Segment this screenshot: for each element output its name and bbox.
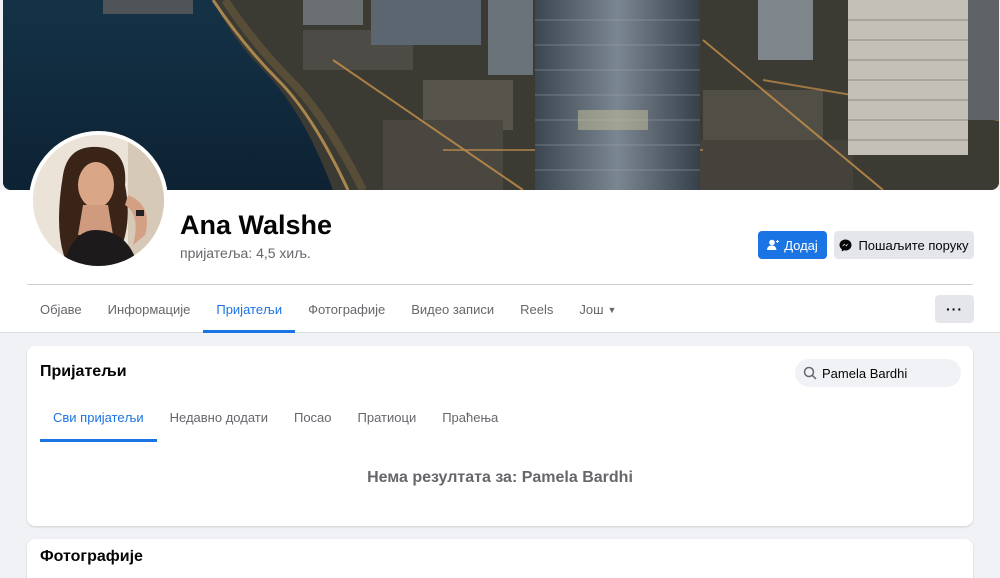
header-divider xyxy=(27,284,973,285)
send-message-label: Пошаљите поруку xyxy=(858,237,969,253)
subtab-all-friends-label: Сви пријатељи xyxy=(53,410,144,425)
tab-friends[interactable]: Пријатељи xyxy=(203,286,295,333)
tab-photos[interactable]: Фотографије xyxy=(295,286,398,333)
profile-photo-image xyxy=(33,135,164,266)
photos-section-title[interactable]: Фотографије xyxy=(40,548,143,566)
subtab-all-friends[interactable]: Сви пријатељи xyxy=(40,400,157,442)
more-options-button[interactable]: ··· xyxy=(935,295,974,323)
tab-reels-label: Reels xyxy=(520,302,554,317)
tab-posts[interactable]: Објаве xyxy=(27,286,95,333)
subtab-work[interactable]: Посао xyxy=(281,400,345,442)
subtab-recently-added[interactable]: Недавно додати xyxy=(157,400,281,442)
search-icon xyxy=(803,366,817,380)
subtab-work-label: Посао xyxy=(293,410,332,425)
add-friend-icon xyxy=(767,239,780,250)
no-results-message: Нема резултата за: Pamela Bardhi xyxy=(367,469,633,486)
tab-reels[interactable]: Reels xyxy=(507,286,566,333)
tab-about[interactable]: Информације xyxy=(95,286,204,333)
subtab-following[interactable]: Праћења xyxy=(429,400,511,442)
caret-down-icon: ▼ xyxy=(607,305,617,315)
tab-more-label: Још xyxy=(579,302,604,317)
friends-subtabs: Сви пријатељи Недавно додати Посао Прати… xyxy=(40,400,511,442)
friends-search[interactable] xyxy=(795,359,961,387)
tab-about-label: Информације xyxy=(107,302,191,317)
subtab-recently-added-label: Недавно додати xyxy=(169,410,268,425)
subtab-following-label: Праћења xyxy=(442,410,499,425)
profile-nav-tabs: Објаве Информације Пријатељи Фотографије… xyxy=(27,286,629,333)
tab-more[interactable]: Још ▼ xyxy=(566,286,629,333)
subtab-followers[interactable]: Пратиоци xyxy=(345,400,430,442)
tab-photos-label: Фотографије xyxy=(308,302,386,317)
photos-card: Фотографије xyxy=(27,539,973,578)
send-message-button[interactable]: Пошаљите поруку xyxy=(834,231,974,259)
add-friend-label: Додај xyxy=(784,237,818,253)
tab-posts-label: Објаве xyxy=(40,302,82,317)
tab-videos[interactable]: Видео записи xyxy=(398,286,507,333)
friends-count[interactable]: пријатеља: 4,5 хиљ. xyxy=(180,245,311,261)
profile-name: Ana Walshe xyxy=(180,210,333,240)
friends-card: Пријатељи Сви пријатељи Недавно додати П… xyxy=(27,346,973,526)
friends-search-input[interactable] xyxy=(822,365,952,381)
friends-section-title[interactable]: Пријатељи xyxy=(40,363,127,381)
tab-friends-label: Пријатељи xyxy=(216,302,283,317)
messenger-icon xyxy=(839,239,852,251)
profile-avatar[interactable] xyxy=(29,131,168,270)
tab-videos-label: Видео записи xyxy=(411,302,495,317)
subtab-followers-label: Пратиоци xyxy=(357,410,417,425)
add-friend-button[interactable]: Додај xyxy=(758,231,827,259)
